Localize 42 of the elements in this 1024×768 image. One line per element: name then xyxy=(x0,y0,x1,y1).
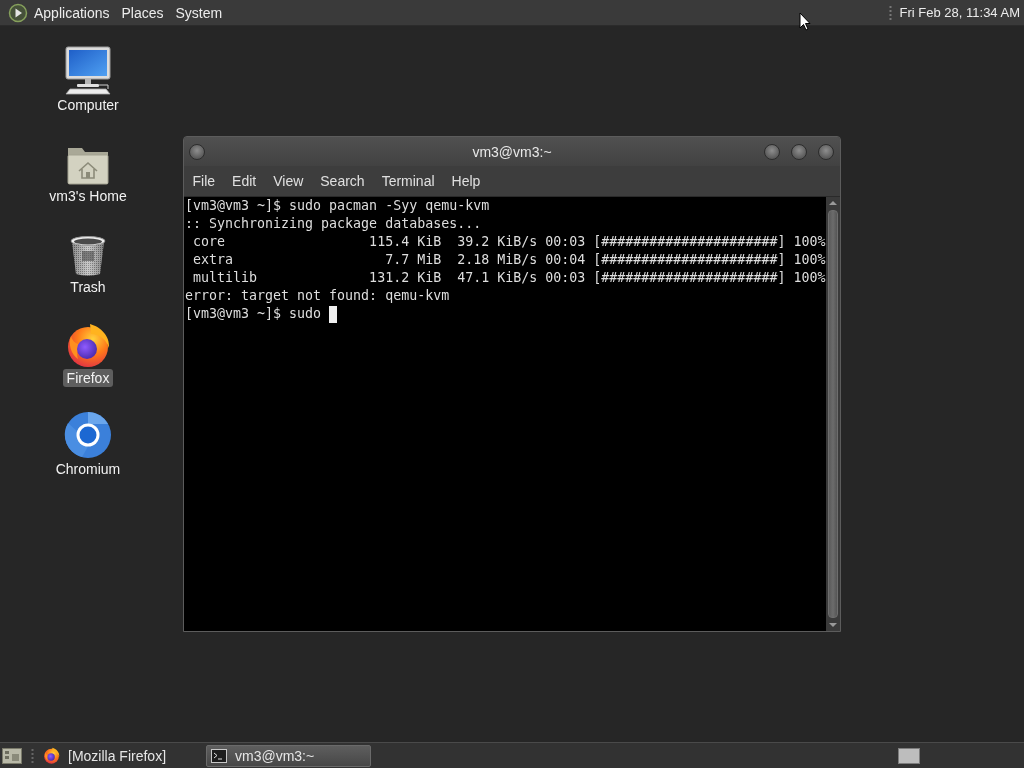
window-menu-button[interactable] xyxy=(189,143,205,160)
desktop-icon-label[interactable]: Trash xyxy=(66,278,110,296)
taskbar-button[interactable]: [Mozilla Firefox] xyxy=(38,744,203,767)
drag-handle-icon xyxy=(31,747,34,764)
menu-item[interactable]: Edit xyxy=(223,172,265,190)
terminal-line: [vm3@vm3 ~]$ sudo pacman -Syy qemu-kvm xyxy=(185,197,490,215)
show-desktop-icon[interactable] xyxy=(2,747,22,764)
panel-menu-item[interactable]: Applications xyxy=(28,3,116,22)
panel-menu-item[interactable]: Places xyxy=(115,3,170,22)
chromium-icon[interactable] xyxy=(64,411,112,459)
desktop-icon-label[interactable]: vm3's Home xyxy=(45,187,131,205)
panel-menu-item[interactable]: System xyxy=(169,3,229,22)
mouse-pointer-icon xyxy=(799,12,811,31)
minimize-button[interactable] xyxy=(764,143,780,160)
computer-icon[interactable] xyxy=(64,45,112,95)
terminal-icon[interactable] xyxy=(211,748,227,763)
menu-item[interactable]: File xyxy=(184,172,224,190)
taskbar-button[interactable]: vm3@vm3:~ xyxy=(206,744,371,767)
menu-item[interactable]: Help xyxy=(443,172,489,190)
firefox-icon[interactable] xyxy=(43,747,60,764)
terminal-line: error: target not found: qemu-kvm xyxy=(185,287,450,305)
window-title: vm3@vm3:~ xyxy=(472,142,552,161)
play-circle-icon[interactable] xyxy=(8,2,28,23)
menu-item[interactable]: View xyxy=(264,172,312,190)
maximize-button[interactable] xyxy=(791,143,807,160)
terminal-line: :: Synchronizing package databases... xyxy=(185,215,482,233)
terminal-line: extra 7.7 MiB 2.18 MiB/s 00:04 [######################] 100% xyxy=(192,251,826,269)
scrollbar-thumb[interactable] xyxy=(828,210,838,618)
desktop-icon-label[interactable]: Chromium xyxy=(51,460,125,478)
desktop-icon-label[interactable]: Computer xyxy=(53,96,123,114)
terminal-line: [vm3@vm3 ~]$ sudo xyxy=(185,305,322,323)
menu-item[interactable]: Search xyxy=(311,172,374,190)
drag-handle-icon xyxy=(888,4,892,21)
clock[interactable]: Fri Feb 28, 11:34 AM xyxy=(899,3,1020,22)
terminal-line: core 115.4 KiB 39.2 KiB/s 00:03 [######################] 100% xyxy=(192,233,826,251)
terminal-line: multilib 131.2 KiB 47.1 KiB/s 00:03 [######################] 100% xyxy=(192,269,826,287)
menu-item[interactable]: Terminal xyxy=(373,172,444,190)
desktop-icon-label[interactable]: Firefox xyxy=(62,369,114,387)
firefox-icon[interactable] xyxy=(65,322,111,368)
trash-bin-icon[interactable] xyxy=(68,235,108,277)
close-button[interactable] xyxy=(818,143,834,160)
workspace-switcher[interactable] xyxy=(898,747,920,764)
